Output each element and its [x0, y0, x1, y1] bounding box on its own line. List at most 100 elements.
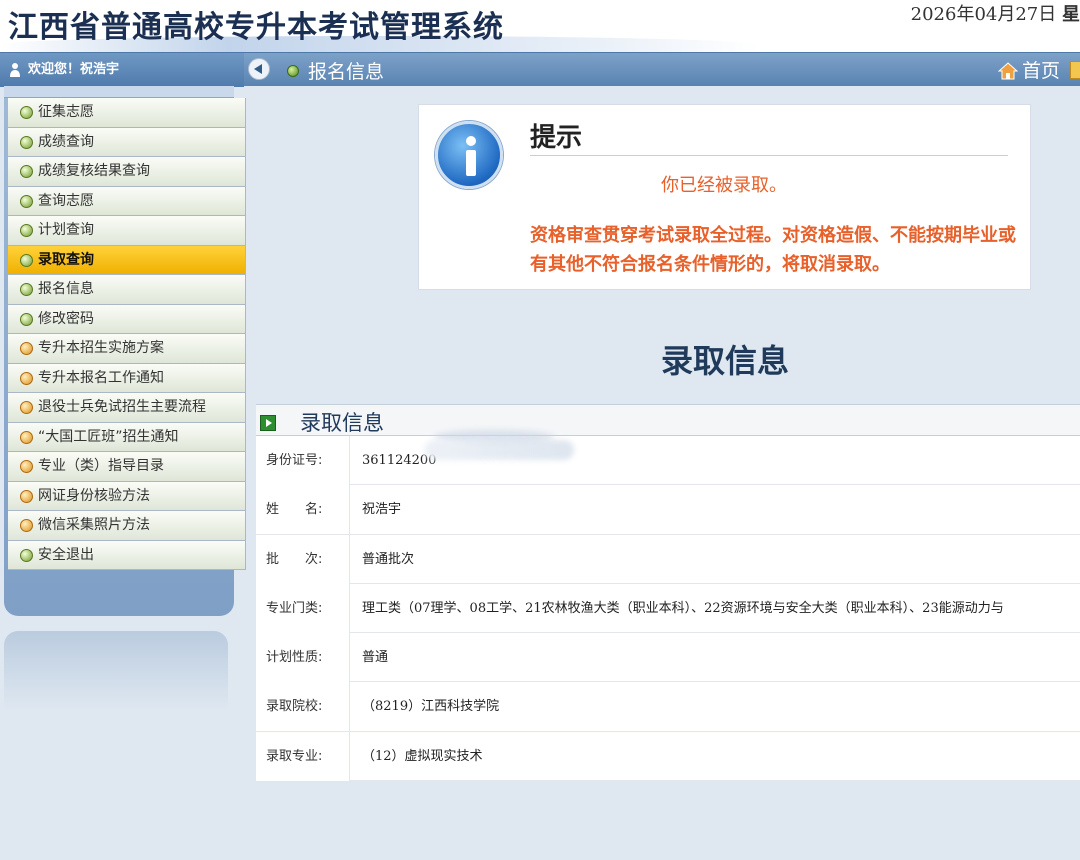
sidebar-item[interactable]: 计划查询 [8, 216, 246, 246]
notice-body: 资格审查贯穿考试录取全过程。对资格造假、不能按期毕业或有其他不符合报名条件情形的… [530, 225, 1016, 275]
row-value: 祝浩宇 [362, 502, 402, 518]
row-label: 姓 名: [256, 485, 350, 535]
sidebar-item-label: 微信采集照片方法 [38, 517, 150, 533]
green-dot-icon [20, 283, 33, 296]
person-icon [10, 63, 20, 77]
green-dot-icon [20, 165, 33, 178]
system-title: 江西省普通高校专升本考试管理系统 [8, 10, 504, 45]
notice-message: 你已经被录取。 [661, 175, 787, 196]
row-label: 计划性质: [256, 633, 350, 683]
row-label: 专业门类: [256, 583, 350, 633]
home-icon[interactable] [998, 62, 1018, 80]
table-row: 录取专业: （12）虚拟现实技术 [256, 731, 1080, 782]
sidebar-item-label: 退役士兵免试招生主要流程 [38, 399, 206, 415]
green-dot-icon [20, 224, 33, 237]
sidebar-item-label: “大国工匠班”招生通知 [38, 428, 179, 445]
sidebar-item[interactable]: 退役士兵免试招生主要流程 [8, 393, 246, 423]
row-label: 身份证号: [256, 436, 350, 485]
collapse-sidebar-icon[interactable] [248, 58, 270, 80]
sidebar-cap [4, 86, 234, 98]
orange-dot-icon [20, 519, 33, 532]
sidebar-item[interactable]: 安全退出 [8, 540, 246, 570]
sidebar-item[interactable]: 查询志愿 [8, 186, 246, 216]
admission-info-panel: 录取信息 身份证号: 361124200 姓 名: 祝浩宇批 次: 普通批次 专业门类: 理… [256, 404, 1080, 782]
sidebar-item[interactable]: 专升本报名工作通知 [8, 363, 246, 393]
top-nav-bar: 欢迎您！祝浩宇 报名信息 首页 [0, 52, 1080, 87]
sidebar-item[interactable]: 征集志愿 [8, 98, 246, 128]
table-row: 身份证号: 361124200 [256, 436, 1080, 486]
welcome-bar: 欢迎您！祝浩宇 [0, 53, 244, 87]
sidebar-item-label: 报名信息 [38, 281, 94, 297]
sidebar-item[interactable]: 微信采集照片方法 [8, 511, 246, 541]
sidebar-item[interactable]: “大国工匠班”招生通知 [8, 422, 246, 452]
header-date: 2026年04月27日 星期 [911, 0, 1080, 26]
sidebar-item-label: 征集志愿 [38, 104, 94, 120]
notice-title: 提示 [530, 123, 583, 153]
breadcrumb-dot-icon [287, 65, 299, 77]
sidebar-item-label: 查询志愿 [38, 192, 94, 209]
row-label: 录取院校: [256, 682, 350, 732]
page-title: 录取信息 [660, 342, 789, 380]
green-dot-icon [20, 106, 33, 119]
green-dot-icon [20, 135, 33, 149]
sidebar: 征集志愿成绩查询成绩复核结果查询 查询志愿计划查询录取查询报名信息修改密码专升本招… [0, 86, 246, 711]
green-dot-icon [20, 548, 33, 562]
sidebar-item-label: 修改密码 [38, 310, 94, 327]
arrow-right-icon [260, 415, 276, 431]
sidebar-item[interactable]: 报名信息 [8, 275, 246, 305]
sidebar-item[interactable]: 录取查询 [8, 245, 246, 275]
sidebar-item[interactable]: 成绩复核结果查询 [8, 157, 246, 187]
green-dot-icon [20, 253, 33, 267]
section-header: 录取信息 [256, 404, 1080, 436]
row-value: 普通 [362, 650, 389, 666]
table-row: 批 次: 普通批次 [256, 534, 1080, 584]
green-dot-icon [20, 312, 33, 326]
sidebar-item[interactable]: 专升本招生实施方案 [8, 334, 246, 364]
sidebar-item[interactable]: 修改密码 [8, 304, 246, 334]
row-value: （12）虚拟现实技术 [362, 748, 483, 764]
sidebar-item-label: 安全退出 [38, 546, 94, 563]
table-row: 专业门类: 理工类（07理学、08工学、21农林牧渔大类（职业本科）、22资源环境… [256, 583, 1080, 634]
welcome-text: 欢迎您！祝浩宇 [28, 62, 120, 77]
sidebar-item-label: 计划查询 [38, 222, 94, 238]
table-row: 计划性质: 普通 [256, 633, 1080, 683]
date-text: 2026年04月27日 [910, 4, 1057, 25]
sidebar-item-label: 网证身份核验方法 [38, 487, 150, 504]
info-table: 身份证号: 361124200 姓 名: 祝浩宇批 次: 普通批次 专业门类: 理工类（07… [256, 436, 1080, 782]
row-label: 录取专业: [256, 731, 350, 781]
table-row: 录取院校: （8219）江西科技学院 [256, 682, 1080, 732]
page-header: 江西省普通高校专升本考试管理系统 2026年04月27日 星期 [0, 0, 1080, 54]
breadcrumb-current: 报名信息 [308, 61, 385, 83]
row-value: 理工类（07理学、08工学、21农林牧渔大类（职业本科）、22资源环境与安全大类… [362, 600, 1004, 616]
sidebar-item-label: 成绩查询 [38, 133, 94, 150]
row-value: 普通批次 [362, 551, 415, 567]
redaction-blur [424, 440, 574, 460]
sidebar-menu: 征集志愿成绩查询成绩复核结果查询 查询志愿计划查询录取查询报名信息修改密码专升本招… [8, 98, 246, 570]
sidebar-item[interactable]: 专业（类）指导目录 [8, 452, 246, 482]
row-label: 批 次: [256, 534, 350, 584]
orange-dot-icon [20, 401, 33, 414]
edit-icon[interactable] [1070, 61, 1080, 79]
sidebar-item-label: 专升本报名工作通知 [38, 369, 164, 386]
notice-divider [530, 155, 1008, 156]
home-link[interactable]: 首页 [1022, 56, 1060, 83]
sidebar-item[interactable]: 网证身份核验方法 [8, 481, 246, 511]
section-title: 录取信息 [300, 411, 384, 435]
info-icon [435, 121, 503, 189]
row-value: （8219）江西科技学院 [362, 699, 500, 715]
green-dot-icon [20, 194, 33, 208]
sidebar-item-label: 录取查询 [38, 251, 94, 268]
orange-dot-icon [20, 489, 33, 503]
notice-box: 提示 你已经被录取。 资格审查贯穿考试录取全过程。对资格造假、不能按期毕业或有其… [418, 104, 1031, 290]
orange-dot-icon [20, 460, 33, 473]
table-row: 姓 名: 祝浩宇 [256, 485, 1080, 535]
sidebar-item-label: 专升本招生实施方案 [38, 340, 164, 356]
orange-dot-icon [20, 371, 33, 385]
sidebar-reflection [4, 631, 228, 711]
sidebar-item-label: 成绩复核结果查询 [38, 163, 150, 179]
sidebar-item-label: 专业（类）指导目录 [38, 458, 164, 474]
orange-dot-icon [20, 430, 33, 444]
weekday-text: 星期 [1062, 4, 1080, 25]
sidebar-item[interactable]: 成绩查询 [8, 127, 246, 157]
orange-dot-icon [20, 342, 33, 355]
